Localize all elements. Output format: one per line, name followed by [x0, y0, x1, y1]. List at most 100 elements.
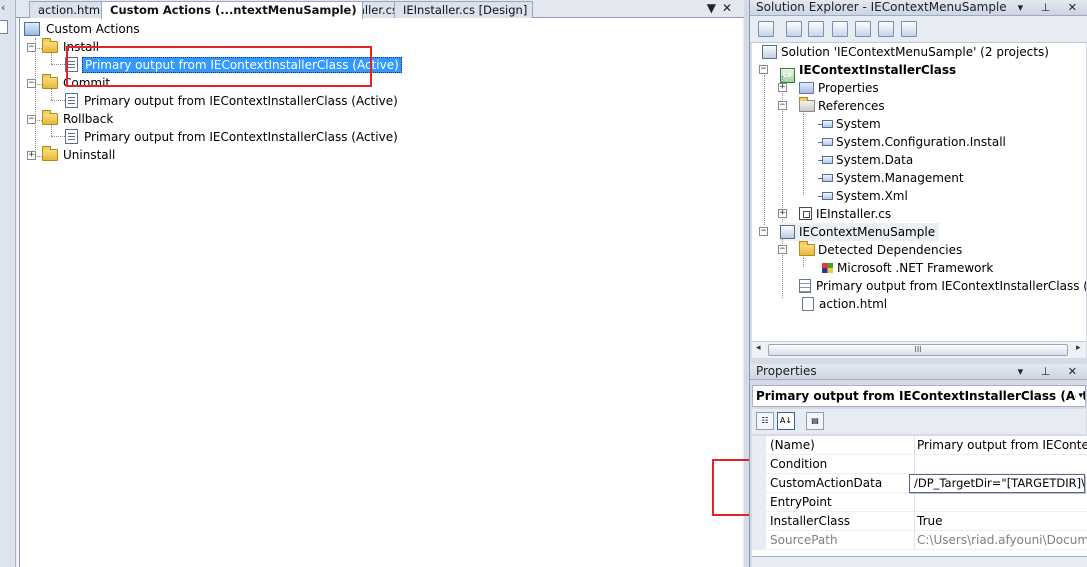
folder-icon: [42, 38, 58, 53]
left-collapsed-strip[interactable]: ‹: [0, 0, 16, 567]
collapse-references[interactable]: −: [778, 101, 787, 110]
primary-output-icon: [65, 93, 78, 108]
scroll-left-icon[interactable]: ◂: [756, 343, 761, 353]
property-row-name[interactable]: (Name)Primary output from IEContextInsta…: [752, 436, 1087, 455]
pane-controls[interactable]: ▾ ⊥ ✕: [1018, 0, 1084, 15]
tab-custom-actions[interactable]: Custom Actions (...ntextMenuSample): [101, 1, 363, 19]
customactiondata-edit-field[interactable]: /DP_TargetDir="[TARGETDIR]\": [909, 474, 1085, 493]
tree-file-action-html[interactable]: action.html: [802, 295, 887, 313]
file-system-editor-icon[interactable]: [832, 21, 848, 37]
property-row-entrypoint[interactable]: EntryPoint: [752, 493, 1087, 512]
tree-properties[interactable]: Properties: [799, 79, 879, 97]
pane-controls[interactable]: ▾ ⊥ ✕: [1018, 364, 1084, 379]
folder-icon: [42, 74, 58, 89]
property-grid: (Name)Primary output from IEContextInsta…: [752, 436, 1087, 556]
property-name: InstallerClass: [769, 512, 915, 531]
object-selector-dropdown[interactable]: Primary output from IEContextInstallerCl…: [752, 385, 1086, 407]
tree-project-iecontextmenusample[interactable]: IEContextMenuSample: [780, 223, 940, 241]
row-gutter: [752, 455, 766, 474]
reference-icon: [818, 174, 833, 182]
document-tab-strip: action.html Custom Actions (...ntextMenu…: [16, 0, 744, 19]
tree-solution[interactable]: Solution 'IEContextMenuSample' (2 projec…: [762, 43, 1049, 61]
collapse-project2[interactable]: −: [759, 227, 768, 236]
references-folder-icon: [799, 97, 815, 112]
property-value[interactable]: [915, 493, 1087, 512]
tree-ref-system-data[interactable]: System.Data: [818, 151, 913, 169]
property-pages-icon[interactable]: ▤: [806, 412, 824, 430]
tree-references[interactable]: References: [799, 97, 885, 115]
property-value[interactable]: Primary output from IEContextInstallerCl…: [915, 436, 1087, 455]
tree-ref-system-configuration-install[interactable]: System.Configuration.Install: [818, 133, 1006, 151]
solution-explorer-title: Solution Explorer - IEContextMenuSample: [756, 0, 1007, 14]
collapsed-panel-tab[interactable]: [0, 20, 8, 34]
tree-ref-system-xml[interactable]: System.Xml: [818, 187, 908, 205]
tab-ieinstaller-design[interactable]: IEInstaller.cs [Design]: [394, 1, 534, 18]
properties-title: Properties: [756, 364, 817, 378]
collapse-project1[interactable]: −: [759, 65, 768, 74]
selected-object-name: Primary output from IEContextInstallerCl…: [756, 389, 1086, 403]
custom-actions-icon: [24, 22, 40, 36]
solution-explorer-title-bar[interactable]: Solution Explorer - IEContextMenuSample …: [750, 0, 1087, 16]
refresh-icon[interactable]: [808, 21, 824, 37]
custom-actions-editor-icon[interactable]: [878, 21, 894, 37]
categorized-icon[interactable]: ☷: [756, 412, 774, 430]
chevron-down-icon[interactable]: ▾: [1076, 386, 1083, 406]
tree-item-commit-primary-output[interactable]: Primary output from IEContextInstallerCl…: [65, 92, 400, 110]
tree-file-ieinstaller-cs[interactable]: IEInstaller.cs: [799, 205, 891, 223]
property-value[interactable]: [915, 455, 1087, 474]
alphabetical-sort-icon[interactable]: A↓: [777, 412, 795, 430]
tree-project-iecontextinstallerclass[interactable]: C# IEContextInstallerClass: [780, 61, 956, 83]
property-value[interactable]: True: [915, 512, 1087, 531]
expand-properties[interactable]: +: [778, 83, 787, 92]
folder-icon: [42, 110, 58, 125]
tree-node-uninstall[interactable]: Uninstall: [42, 146, 117, 164]
row-gutter: [752, 531, 766, 550]
property-value[interactable]: C:\Users\riad.afyouni\Documents: [915, 531, 1087, 550]
property-name: CustomActionData: [769, 474, 915, 493]
collapse-install[interactable]: −: [27, 43, 36, 52]
tree-root-custom-actions[interactable]: Custom Actions: [24, 20, 142, 38]
tree-ref-system[interactable]: System: [818, 115, 881, 133]
tree-ref-system-management[interactable]: System.Management: [818, 169, 964, 187]
properties-tool-icon[interactable]: [758, 21, 774, 37]
row-gutter: [752, 493, 766, 512]
launch-conditions-icon[interactable]: [901, 21, 917, 37]
custom-actions-editor: Custom Actions − Install Primary output …: [19, 18, 742, 567]
properties-folder-icon: [799, 82, 814, 94]
solution-icon: [762, 45, 777, 59]
tree-dotnet-framework[interactable]: Microsoft .NET Framework: [822, 259, 993, 277]
collapse-rollback[interactable]: −: [27, 115, 36, 124]
framework-icon: [822, 263, 833, 273]
solution-explorer-toolbar: [750, 16, 1087, 43]
close-icon[interactable]: ✕: [722, 1, 738, 15]
properties-title-bar[interactable]: Properties ▾ ⊥ ✕: [750, 364, 1087, 380]
row-gutter: [752, 512, 766, 531]
folder-icon: [799, 241, 815, 256]
solution-explorer-hscrollbar[interactable]: ◂ III ▸: [752, 341, 1086, 358]
primary-output-icon: [799, 279, 811, 293]
collapse-detected-dependencies[interactable]: −: [778, 245, 787, 254]
row-gutter: [752, 474, 766, 493]
tree-item-rollback-primary-output[interactable]: Primary output from IEContextInstallerCl…: [65, 128, 400, 146]
tab-dropdown-icon[interactable]: ▼: [707, 1, 722, 15]
tree-node-rollback[interactable]: Rollback: [42, 110, 115, 128]
show-all-files-icon[interactable]: [786, 21, 802, 37]
collapse-commit[interactable]: −: [27, 79, 36, 88]
expand-ieinstaller[interactable]: +: [778, 209, 787, 218]
solution-explorer-tree: Solution 'IEContextMenuSample' (2 projec…: [752, 43, 1086, 341]
registry-editor-icon[interactable]: [855, 21, 871, 37]
scroll-right-icon[interactable]: ▸: [1076, 343, 1081, 353]
expand-uninstall[interactable]: +: [27, 151, 36, 160]
tab-action-html[interactable]: action.html: [29, 1, 110, 18]
tree-detected-dependencies[interactable]: Detected Dependencies: [799, 241, 962, 259]
tab-controls: ▼✕: [707, 1, 738, 15]
primary-output-icon: [65, 129, 78, 144]
html-file-icon: [802, 297, 814, 311]
property-row-condition[interactable]: Condition: [752, 455, 1087, 474]
scroll-thumb[interactable]: III: [768, 344, 1068, 356]
tree-primary-output[interactable]: Primary output from IEContextInstallerCl…: [799, 277, 1086, 295]
chevron-left-icon[interactable]: ‹: [1, 1, 5, 14]
property-row-sourcepath[interactable]: SourcePathC:\Users\riad.afyouni\Document…: [752, 531, 1087, 550]
property-row-installerclass[interactable]: InstallerClass True: [752, 512, 1087, 531]
property-name: EntryPoint: [769, 493, 915, 512]
